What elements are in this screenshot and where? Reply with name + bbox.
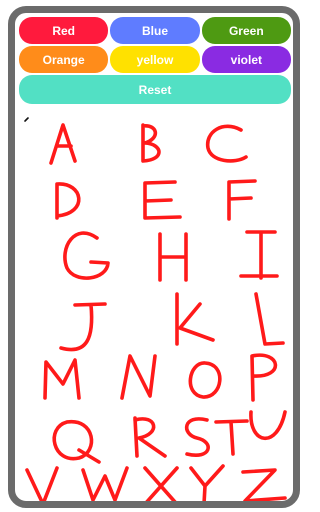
violet-button[interactable]: violet	[201, 46, 291, 73]
reset-row: Reset	[19, 75, 291, 104]
letter-i-stroke	[239, 230, 279, 280]
color-row-1: Red Blue Green	[19, 17, 291, 44]
letter-z-stroke	[241, 468, 287, 501]
letter-n-stroke	[120, 354, 157, 400]
drawing-canvas[interactable]	[15, 108, 293, 508]
blue-button[interactable]: Blue	[110, 17, 200, 44]
letter-d-stroke	[55, 182, 81, 220]
letter-m-stroke	[43, 358, 81, 400]
letter-y-stroke	[189, 464, 225, 501]
yellow-button[interactable]: yellow	[110, 46, 200, 73]
letter-l-stroke	[254, 292, 285, 346]
letter-g-stroke	[63, 231, 110, 280]
letter-k-stroke	[175, 292, 215, 346]
drawing-surface[interactable]	[15, 108, 293, 508]
color-toolbar: Red Blue Green Orange yellow violet Rese…	[19, 17, 291, 106]
letter-p-stroke	[250, 353, 278, 402]
letter-t-stroke	[214, 419, 249, 456]
letter-c-stroke	[206, 124, 248, 163]
red-button[interactable]: Red	[19, 17, 109, 44]
letter-a-stroke	[49, 123, 77, 165]
letter-q-stroke	[52, 420, 101, 464]
orange-button[interactable]: Orange	[19, 46, 109, 73]
letter-s-stroke	[185, 417, 210, 457]
color-row-2: Orange yellow violet	[19, 46, 291, 73]
green-button[interactable]: Green	[201, 17, 291, 44]
letter-e-stroke	[143, 180, 182, 220]
letter-x-stroke	[143, 466, 179, 501]
letter-h-stroke	[158, 232, 188, 282]
letter-b-stroke	[141, 123, 161, 163]
letter-w-stroke	[81, 466, 129, 501]
letter-v-stroke	[25, 466, 59, 501]
letter-r-stroke	[133, 416, 167, 458]
stray-ink-dot	[24, 117, 29, 122]
letter-u-stroke	[249, 410, 287, 441]
reset-button[interactable]: Reset	[19, 75, 291, 104]
letter-j-stroke	[59, 302, 107, 352]
letter-f-stroke	[227, 179, 257, 221]
phone-frame: Red Blue Green Orange yellow violet Rese…	[8, 6, 300, 508]
letter-o-stroke	[188, 361, 222, 399]
